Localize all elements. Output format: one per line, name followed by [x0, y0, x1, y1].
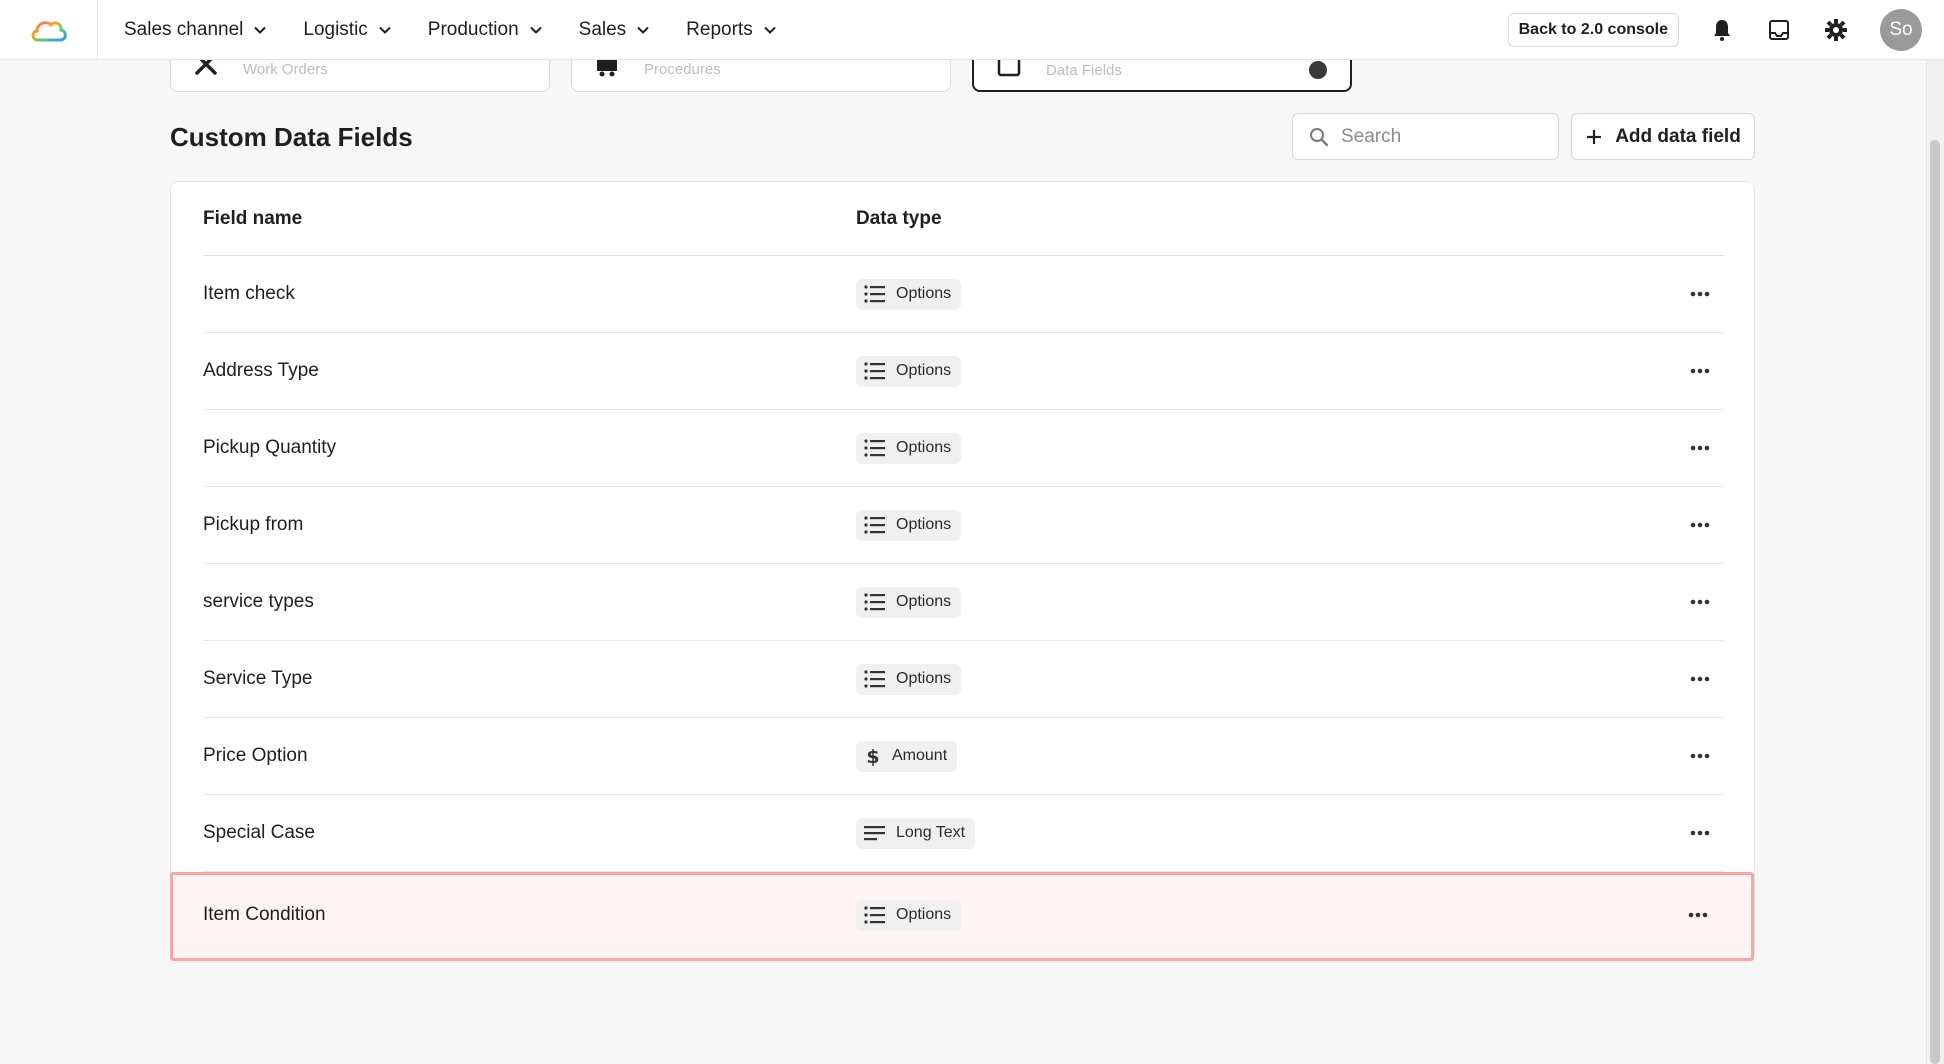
back-to-console-button[interactable]: Back to 2.0 console [1507, 12, 1679, 47]
scrollbar-thumb[interactable] [1930, 140, 1940, 1064]
data-type-label: Options [896, 670, 952, 687]
table-row[interactable]: service types Options [203, 564, 1724, 641]
data-type-badge: Options [856, 663, 962, 695]
field-name: Service Type [203, 668, 313, 689]
avatar[interactable]: So [1880, 8, 1922, 51]
list-icon [864, 285, 896, 303]
nav-label: Logistic [303, 18, 368, 40]
gear-icon[interactable] [1823, 17, 1849, 43]
data-type-label: Options [896, 906, 952, 923]
field-name: service types [203, 591, 314, 612]
more-options-icon[interactable] [1688, 821, 1712, 845]
field-name: Special Case [203, 822, 315, 843]
field-name: Item Condition [203, 904, 326, 925]
tile-label: Procedures [644, 61, 721, 78]
chevron-down-icon [379, 26, 391, 34]
search-field[interactable] [1292, 113, 1559, 160]
field-name: Item check [203, 283, 295, 304]
nav-label: Production [427, 18, 519, 40]
more-options-icon[interactable] [1688, 744, 1712, 768]
search-input[interactable] [1341, 125, 1541, 148]
more-options-icon[interactable] [1688, 436, 1712, 460]
add-data-field-button[interactable]: Add data field [1571, 113, 1755, 160]
inbox-icon[interactable] [1766, 17, 1792, 43]
add-data-field-label: Add data field [1615, 125, 1741, 147]
nav-logistic[interactable]: Logistic [303, 19, 391, 41]
table-row[interactable]: Item check Options [203, 256, 1724, 333]
column-header-data-type: Data type [856, 207, 942, 229]
more-options-icon[interactable] [1688, 359, 1712, 383]
data-type-badge: Options [856, 509, 962, 541]
main-nav: Sales channel Logistic Production Sales … [124, 19, 813, 41]
tile-label: Work Orders [243, 61, 328, 78]
plus-icon [1587, 129, 1602, 144]
nav-label: Sales [578, 18, 627, 40]
data-type-badge: Options [856, 278, 962, 310]
text-lines-icon [864, 825, 896, 841]
list-icon [864, 906, 896, 924]
tile-status-icon [1308, 60, 1328, 85]
table-row[interactable]: Pickup Quantity Options [203, 410, 1724, 487]
data-type-badge: Options [856, 432, 962, 464]
data-type-badge: Options [856, 586, 962, 618]
field-name: Pickup Quantity [203, 437, 337, 458]
more-options-icon[interactable] [1688, 667, 1712, 691]
data-type-label: Options [896, 593, 952, 610]
list-icon [864, 593, 896, 611]
nav-sales[interactable]: Sales [579, 19, 651, 41]
chevron-down-icon [529, 26, 542, 34]
data-type-badge: Options [856, 355, 962, 387]
data-type-badge: $ Amount [856, 740, 958, 772]
more-options-icon[interactable] [1688, 513, 1712, 537]
table-row[interactable]: Service Type Options [203, 641, 1724, 718]
data-type-badge: Long Text [856, 817, 976, 849]
more-options-icon[interactable] [1688, 282, 1712, 306]
chevron-down-icon [637, 26, 649, 34]
more-options-icon[interactable] [1686, 903, 1710, 927]
nav-reports[interactable]: Reports [686, 19, 777, 41]
list-icon [864, 439, 896, 457]
nav-label: Reports [686, 18, 753, 40]
data-type-label: Options [896, 439, 952, 456]
nav-production[interactable]: Production [428, 19, 543, 41]
dollar-icon: $ [864, 746, 892, 766]
bell-icon[interactable] [1709, 17, 1735, 43]
chevron-down-icon [763, 26, 776, 34]
data-type-label: Options [896, 285, 952, 302]
data-fields-table: Field name Data type Item check Options Ad… [170, 181, 1755, 961]
data-type-badge: Options [856, 899, 962, 931]
data-type-label: Options [896, 362, 952, 379]
svg-text:$: $ [866, 746, 879, 766]
chevron-down-icon [254, 26, 267, 34]
nav-sales-channel[interactable]: Sales channel [124, 19, 267, 41]
data-type-label: Amount [892, 747, 948, 764]
table-row[interactable]: Item Condition Options [171, 872, 1754, 958]
nav-label: Sales channel [124, 18, 244, 40]
more-options-icon[interactable] [1688, 590, 1712, 614]
search-icon [1310, 127, 1329, 146]
list-icon [864, 362, 896, 380]
table-row[interactable]: Pickup from Options [203, 487, 1724, 564]
field-name: Pickup from [203, 514, 304, 535]
table-row[interactable]: Address Type Options [203, 333, 1724, 410]
logo[interactable] [0, 0, 98, 60]
data-type-label: Long Text [896, 824, 966, 841]
list-icon [864, 670, 896, 688]
page-title: Custom Data Fields [170, 122, 413, 152]
data-type-label: Options [896, 516, 952, 533]
field-name: Price Option [203, 745, 308, 766]
table-row[interactable]: Special Case Long Text [203, 795, 1724, 872]
tile-label: Data Fields [1046, 62, 1122, 79]
table-row[interactable]: Price Option $ Amount [203, 718, 1724, 795]
cloud-logo-icon [31, 20, 67, 41]
top-navigation-bar: Sales channel Logistic Production Sales … [0, 0, 1944, 60]
top-right-actions: Back to 2.0 console So [1507, 8, 1922, 51]
column-header-field-name: Field name [203, 207, 303, 229]
field-name: Address Type [203, 360, 319, 381]
list-icon [864, 516, 896, 534]
table-header: Field name Data type [203, 182, 1724, 256]
